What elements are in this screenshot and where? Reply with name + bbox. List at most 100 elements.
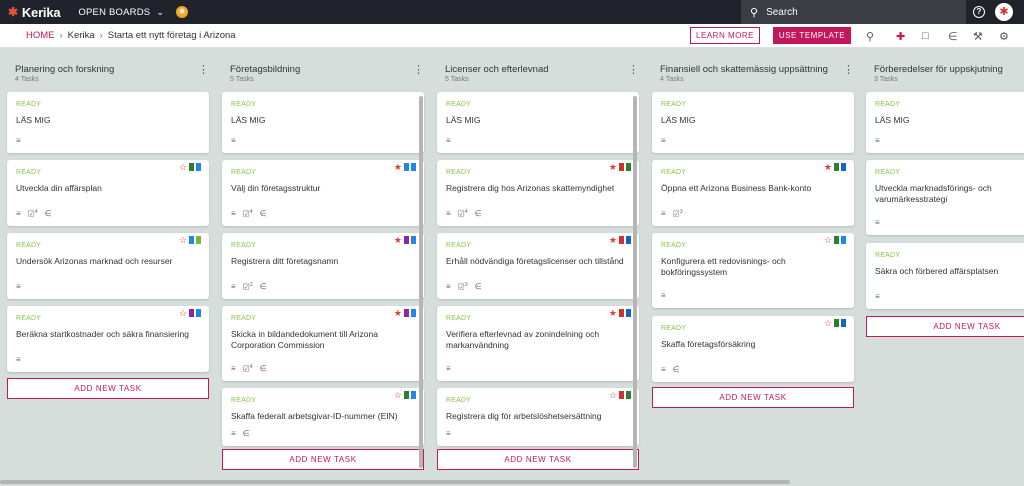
more-vert-icon[interactable]: ⋮ [843, 63, 854, 76]
task-card[interactable]: READY Skicka in bildandedokument till Ari… [222, 306, 424, 381]
task-flags: ★ [824, 163, 846, 172]
kerika-logo[interactable]: ✱ Kerika [8, 5, 61, 20]
add-new-task-button[interactable]: ADD NEW TASK [7, 378, 209, 399]
more-vert-icon[interactable]: ⋮ [628, 63, 639, 76]
star-outline-icon[interactable]: ☆ [824, 236, 832, 245]
bookmark-icon [841, 163, 846, 171]
checklist-icon: ☑4 [242, 209, 253, 219]
column-header[interactable]: Företagsbildning 5 Tasks ⋮ [222, 56, 432, 83]
task-card[interactable]: READY LÄS MIG ≡ [652, 92, 854, 153]
breadcrumb-home[interactable]: HOME [26, 30, 55, 41]
use-template-button[interactable]: USE TEMPLATE [773, 27, 851, 44]
star-icon[interactable]: ★ [609, 309, 617, 318]
add-new-task-button[interactable]: ADD NEW TASK [222, 449, 424, 470]
task-card[interactable]: READY Utveckla din affärsplan ☆ ≡ ☑4 ∈ [7, 160, 209, 226]
column-header[interactable]: Planering och forskning 4 Tasks ⋮ [7, 56, 217, 83]
task-card[interactable]: READY LÄS MIG ≡ [7, 92, 209, 153]
task-card[interactable]: READY LÄS MIG ≡ [437, 92, 639, 153]
column-title[interactable]: Finansiell och skattemässig uppsättning [660, 56, 862, 75]
task-card[interactable]: READY Öppna ett Arizona Business Bank-kon… [652, 160, 854, 226]
task-status: READY [661, 169, 687, 176]
task-flags: ☆ [609, 391, 631, 400]
search-input[interactable]: Search [766, 7, 798, 18]
star-icon[interactable]: ★ [394, 236, 402, 245]
star-outline-icon[interactable]: ☆ [609, 391, 617, 400]
bookmark-icon [626, 391, 631, 399]
task-card[interactable]: READY Verifiera efterlevnad av zonindelni… [437, 306, 639, 381]
task-card[interactable]: READY LÄS MIG ≡ [222, 92, 424, 153]
task-card[interactable]: READY Skaffa federalt arbetsgivar-ID-numm… [222, 388, 424, 446]
task-card[interactable]: READY Välj din företagsstruktur ★ ≡ ☑4 ∈ [222, 160, 424, 226]
breadcrumb-item-kerika[interactable]: Kerika [68, 30, 95, 41]
task-title: Beräkna startkostnader och säkra finansi… [16, 329, 189, 339]
open-boards-label: OPEN BOARDS [78, 6, 151, 18]
task-icons: ≡ [446, 136, 451, 145]
description-icon: ≡ [16, 209, 21, 219]
star-outline-icon[interactable]: ☆ [179, 163, 187, 172]
add-new-task-button[interactable]: ADD NEW TASK [652, 387, 854, 408]
sun-icon[interactable]: ✹ [176, 6, 189, 18]
task-icons: ≡ [875, 292, 880, 301]
task-title: Erhåll nödvändiga företagslicenser och t… [446, 256, 624, 266]
search-icon: ⚲ [750, 6, 759, 19]
description-icon: ≡ [661, 136, 666, 145]
description-icon: ≡ [231, 429, 236, 438]
star-outline-icon[interactable]: ☆ [824, 319, 832, 328]
search-box[interactable]: ⚲ Search [741, 0, 966, 24]
task-status: READY [661, 242, 687, 249]
help-icon[interactable]: ? [973, 6, 985, 18]
task-title: Öppna ett Arizona Business Bank-konto [661, 183, 812, 193]
star-outline-icon[interactable]: ☆ [394, 391, 402, 400]
open-boards-menu[interactable]: OPEN BOARDS ⌄ [78, 7, 164, 18]
task-card[interactable]: READY Beräkna startkostnader och säkra fi… [7, 306, 209, 372]
add-new-task-button[interactable]: ADD NEW TASK [866, 316, 1024, 337]
gear-icon[interactable]: ⚙ [999, 30, 1009, 43]
column-title[interactable]: Licenser och efterlevnad [445, 56, 647, 75]
star-icon[interactable]: ★ [609, 163, 617, 172]
column-title[interactable]: Företagsbildning [230, 56, 432, 75]
task-card[interactable]: READY Säkra och förbered affärsplatsen ≡ [866, 243, 1024, 309]
learn-more-button[interactable]: LEARN MORE [690, 27, 760, 44]
task-icons: ≡ [661, 136, 666, 145]
task-status: READY [875, 252, 901, 259]
task-card[interactable]: READY Erhåll nödvändiga företagslicenser … [437, 233, 639, 299]
star-icon[interactable]: ★ [394, 309, 402, 318]
more-vert-icon[interactable]: ⋮ [198, 63, 209, 76]
task-card[interactable]: READY Undersök Arizonas marknad och resur… [7, 233, 209, 299]
checklist-count: 4 [464, 209, 468, 215]
task-card[interactable]: READY Registrera dig för arbetslöshetsers… [437, 388, 639, 446]
avatar[interactable]: ✱ [995, 3, 1013, 21]
star-outline-icon[interactable]: ☆ [179, 309, 187, 318]
column-scrollbar[interactable] [633, 96, 637, 468]
bookmark-icon [189, 309, 194, 317]
kerika-logo-icon: ✱ [8, 5, 18, 19]
horizontal-scrollbar[interactable] [0, 480, 790, 484]
add-person-icon[interactable]: ✚ [896, 30, 905, 43]
column-title[interactable]: Planering och forskning [15, 56, 217, 75]
more-vert-icon[interactable]: ⋮ [413, 63, 424, 76]
checklist-icon: ☑3 [672, 209, 683, 219]
star-icon[interactable]: ★ [824, 163, 832, 172]
task-title: LÄS MIG [875, 115, 910, 125]
column-header[interactable]: Förberedelser för uppskjutning3 Tasks⋮ [866, 56, 1024, 83]
task-card[interactable]: READY Registrera dig hos Arizonas skattem… [437, 160, 639, 226]
column-scrollbar[interactable] [419, 96, 423, 468]
column-header[interactable]: Licenser och efterlevnad 5 Tasks ⋮ [437, 56, 647, 83]
task-card[interactable]: READY LÄS MIG ≡ [866, 92, 1024, 153]
wrench-icon[interactable]: ⚒ [973, 30, 983, 43]
attachment-icon[interactable]: ∈ [948, 30, 958, 43]
search-icon[interactable]: ⚲ [866, 30, 874, 43]
description-icon: ≡ [446, 429, 451, 438]
task-card[interactable]: READY Skaffa företagsförsäkring ☆ ≡ ∈ [652, 316, 854, 382]
chat-icon[interactable]: □ [922, 30, 929, 42]
add-new-task-button[interactable]: ADD NEW TASK [437, 449, 639, 470]
star-outline-icon[interactable]: ☆ [179, 236, 187, 245]
task-card[interactable]: READY Konfigurera ett redovisnings- och b… [652, 233, 854, 308]
star-icon[interactable]: ★ [394, 163, 402, 172]
task-card[interactable]: READY Registrera ditt företagsnamn ★ ≡ ☑2 ∈ [222, 233, 424, 299]
board-column: Företagsbildning 5 Tasks ⋮ READY LÄS MIG ≡ REA… [222, 56, 432, 476]
task-card[interactable]: READY Utveckla marknadsförings- och varum… [866, 160, 1024, 235]
star-icon[interactable]: ★ [609, 236, 617, 245]
column-header[interactable]: Finansiell och skattemässig uppsättning 4… [652, 56, 862, 83]
column-title[interactable]: Förberedelser för uppskjutning [874, 56, 1024, 75]
